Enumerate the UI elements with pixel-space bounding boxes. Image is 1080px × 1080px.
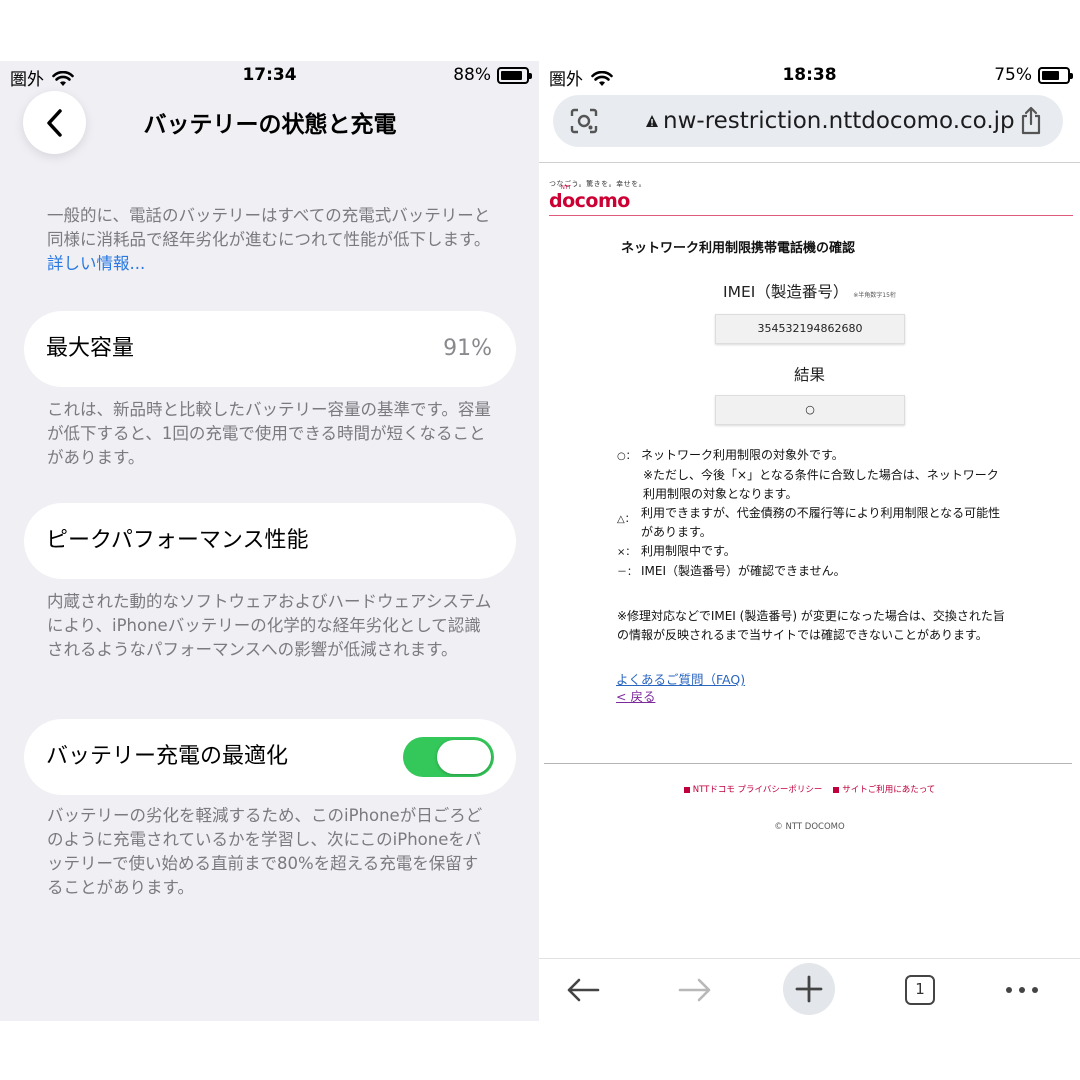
- status-battery: 88%: [453, 65, 532, 85]
- legend-item: －： IMEI（製造番号）が確認できません。: [617, 564, 846, 578]
- share-icon[interactable]: [1018, 106, 1044, 136]
- lens-camera-icon[interactable]: [569, 107, 599, 135]
- max-capacity-label: 最大容量: [46, 336, 135, 361]
- legend-item: ×： 利用制限中です。: [617, 544, 736, 558]
- legend-item: ○： ネットワーク利用制限の対象外です。: [617, 448, 844, 462]
- address-bar[interactable]: nw-restriction.nttdocomo.co.jp: [553, 95, 1063, 147]
- new-tab-button[interactable]: [783, 963, 835, 1015]
- warning-icon[interactable]: [645, 114, 659, 128]
- result-field: ○: [715, 395, 905, 425]
- legend: ○： ネットワーク利用制限の対象外です。 ※ただし、今後「×」となる条件に合致した…: [617, 446, 1007, 582]
- battery-settings-screen: 圏外 17:34 88% バッテリーの状態と充電 一般的に、電話のバッテリーはす…: [0, 61, 539, 1021]
- intro-note: 一般的に、電話のバッテリーはすべての充電式バッテリーと同様に消耗品で経年劣化が進…: [47, 206, 491, 273]
- result-label: 結果: [793, 366, 825, 384]
- peak-performance-note: 内蔵された動的なソフトウェアおよびハードウェアシステムにより、iPhoneバッテ…: [47, 592, 492, 659]
- optimized-charging-label: バッテリー充電の最適化: [46, 744, 289, 769]
- max-capacity-row: 最大容量 91%: [24, 311, 516, 387]
- arrow-left-icon: [567, 978, 600, 1002]
- bottom-margin: [0, 1021, 1080, 1080]
- plus-icon: [795, 975, 823, 1003]
- browser-screen: 圏外 18:38 75% nw-restriction.nttdocomo.co…: [539, 61, 1080, 1021]
- copyright: © NTT DOCOMO: [774, 822, 845, 832]
- battery-percent: 75%: [994, 65, 1032, 85]
- more-icon: [1006, 987, 1038, 993]
- tab-switcher-button[interactable]: 1: [895, 965, 945, 1015]
- learn-more-link[interactable]: 詳しい情報...: [47, 254, 145, 273]
- optimized-charging-row: バッテリー充電の最適化: [24, 719, 516, 795]
- page-title: バッテリーの状態と充電: [143, 112, 397, 138]
- status-battery: 75%: [994, 65, 1073, 85]
- chevron-left-icon: [46, 108, 62, 137]
- back-nav-button[interactable]: [558, 965, 608, 1015]
- max-capacity-value: 91%: [443, 336, 492, 361]
- battery-icon: [497, 66, 532, 84]
- site-terms-link[interactable]: サイトご利用にあたって: [833, 785, 935, 795]
- browser-toolbar: 1: [539, 958, 1080, 1021]
- url-bar-divider: [539, 162, 1080, 163]
- docomo-logo[interactable]: docomo: [549, 190, 630, 212]
- forward-nav-button[interactable]: [670, 965, 720, 1015]
- battery-icon: [1038, 66, 1073, 84]
- tab-count: 1: [905, 975, 935, 1005]
- peak-performance-label: ピークパフォーマンス性能: [46, 528, 309, 553]
- battery-percent: 88%: [453, 65, 491, 85]
- imei-label: IMEI（製造番号） ※半角数字15桁: [723, 283, 896, 301]
- back-button[interactable]: [23, 91, 86, 154]
- header-rule: [549, 215, 1073, 216]
- arrow-right-icon: [678, 978, 711, 1002]
- footer-rule: [544, 763, 1072, 764]
- legend-item: △： 利用できますが、代金債務の不履行等により利用制限となる可能性があります。: [617, 506, 1001, 539]
- restriction-page-title: ネットワーク利用制限携帯電話機の確認: [621, 241, 856, 256]
- more-menu-button[interactable]: [997, 965, 1047, 1015]
- peak-performance-row: ピークパフォーマンス性能: [24, 503, 516, 579]
- back-link[interactable]: < 戻る: [616, 686, 655, 705]
- optimized-charging-toggle[interactable]: [403, 737, 494, 777]
- footer-links: NTTドコモ プライバシーポリシー サイトご利用にあたって: [539, 783, 1080, 795]
- optimized-charging-note: バッテリーの劣化を軽減するため、このiPhoneが日ごろどのように充電されている…: [47, 806, 483, 897]
- imei-note: ※半角数字15桁: [853, 292, 896, 299]
- repair-note: ※修理対応などでIMEI (製造番号) が変更になった場合は、交換された旨の情報…: [617, 609, 1005, 642]
- url-text[interactable]: nw-restriction.nttdocomo.co.jp: [663, 95, 1015, 147]
- imei-input[interactable]: 354532194862680: [715, 314, 905, 344]
- max-capacity-note: これは、新品時と比較したバッテリー容量の基準です。容量が低下すると、1回の充電で…: [47, 400, 491, 467]
- privacy-policy-link[interactable]: NTTドコモ プライバシーポリシー: [683, 785, 822, 795]
- legend-item: ※ただし、今後「×」となる条件に合致した場合は、ネットワーク利用制限の対象となり…: [643, 468, 999, 501]
